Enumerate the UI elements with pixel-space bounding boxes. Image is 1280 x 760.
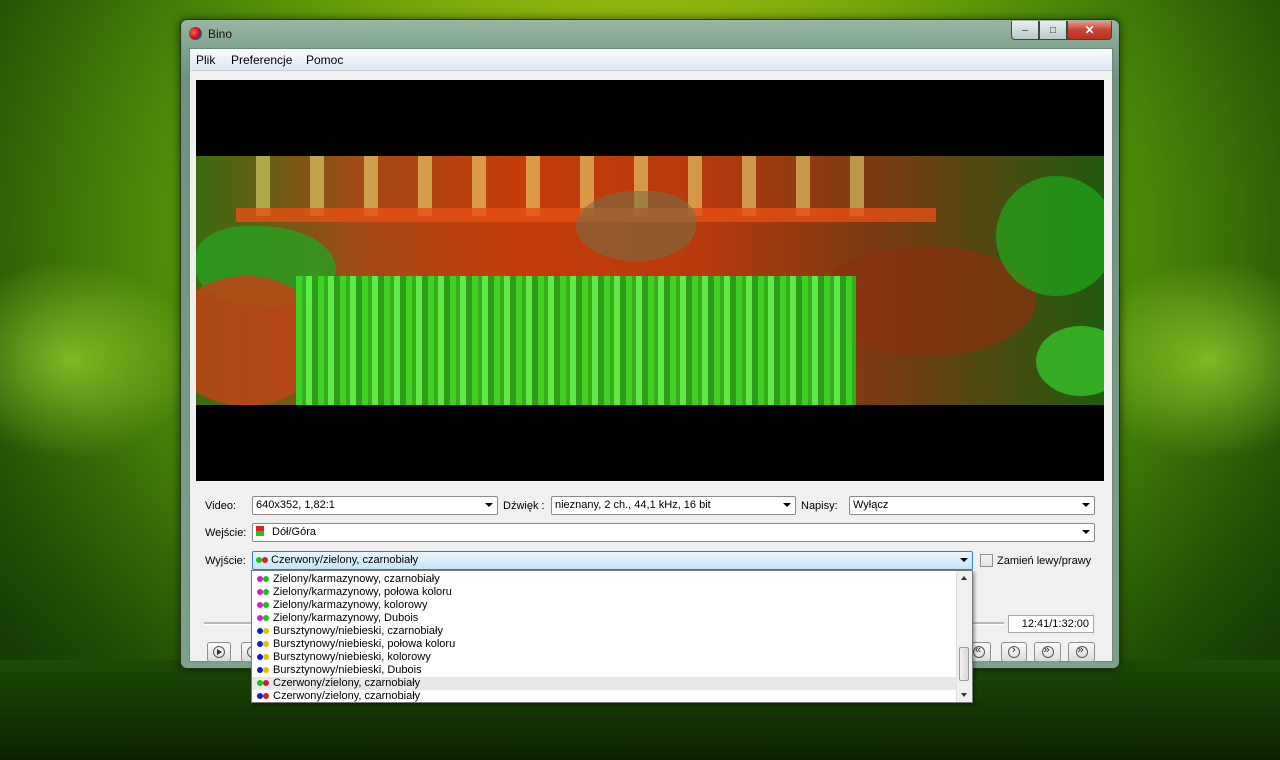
subtitles-select[interactable]: Wyłącz bbox=[849, 496, 1095, 515]
dropdown-item-label: Zielony/karmazynowy, połowa koloru bbox=[273, 586, 452, 598]
anaglyph-color-icon bbox=[257, 573, 273, 586]
dropdown-item-label: Czerwony/zielony, czarnobiały bbox=[273, 677, 421, 689]
dropdown-item-label: Zielony/karmazynowy, kolorowy bbox=[273, 599, 428, 611]
anaglyph-color-icon bbox=[257, 690, 273, 702]
subtitles-label: Napisy: bbox=[801, 500, 838, 512]
dropdown-item[interactable]: Bursztynowy/niebieski, Dubois bbox=[252, 664, 956, 677]
close-icon: ✕ bbox=[1084, 23, 1095, 37]
scroll-thumb[interactable] bbox=[959, 647, 969, 681]
fast-forward-end-icon bbox=[1075, 644, 1088, 658]
output-mode-dropdown-list[interactable]: Zielony/karmazynowy, czarnobiały Zielony/… bbox=[251, 570, 973, 703]
dropdown-item-label: Bursztynowy/niebieski, czarnobiały bbox=[273, 625, 443, 637]
close-button[interactable]: ✕ bbox=[1067, 21, 1112, 40]
swap-eyes-label: Zamień lewy/prawy bbox=[997, 555, 1092, 567]
anaglyph-color-icon bbox=[257, 664, 273, 677]
dropdown-item[interactable]: Zielony/karmazynowy, czarnobiały bbox=[252, 573, 956, 586]
video-select-value: 640x352, 1,82:1 bbox=[256, 499, 335, 511]
play-icon bbox=[213, 646, 225, 658]
dropdown-item-label: Zielony/karmazynowy, Dubois bbox=[273, 612, 419, 624]
dropdown-item[interactable]: Bursztynowy/niebieski, połowa koloru bbox=[252, 638, 956, 651]
input-mode-value: Dół/Góra bbox=[272, 526, 317, 538]
fast-forward-end-button[interactable] bbox=[1068, 642, 1095, 662]
desktop-glow-left bbox=[0, 260, 200, 460]
dropdown-item-label: Czerwony/zielony, czarnobiały bbox=[273, 690, 421, 702]
chevron-down-icon bbox=[783, 503, 791, 507]
dropdown-item-label: Bursztynowy/niebieski, połowa koloru bbox=[273, 638, 456, 650]
menu-preferencje[interactable]: Preferencje bbox=[231, 53, 292, 67]
chevron-down-icon bbox=[1082, 503, 1090, 507]
dropdown-item[interactable]: Bursztynowy/niebieski, kolorowy bbox=[252, 651, 956, 664]
anaglyph-color-icon bbox=[257, 625, 273, 638]
anaglyph-color-icon bbox=[257, 586, 273, 599]
play-button[interactable] bbox=[207, 642, 231, 662]
dropdown-item[interactable]: Czerwony/zielony, czarnobiały bbox=[252, 677, 956, 690]
menu-plik[interactable]: Plik bbox=[196, 53, 215, 67]
anaglyph-color-icon bbox=[257, 677, 273, 690]
output-mode-icon-2 bbox=[262, 556, 268, 563]
output-label: Wyjście: bbox=[205, 555, 246, 567]
maximize-icon: □ bbox=[1049, 24, 1057, 36]
audio-label: Dźwięk : bbox=[503, 500, 545, 512]
minimize-button[interactable]: ‒ bbox=[1011, 21, 1039, 40]
chevron-down-icon bbox=[1082, 530, 1090, 534]
video-label: Video: bbox=[205, 500, 236, 512]
input-label: Wejście: bbox=[205, 527, 247, 539]
anaglyph-color-icon bbox=[257, 638, 273, 651]
window-buttons: ‒ □ ✕ bbox=[1011, 21, 1112, 40]
anaglyph-color-icon bbox=[257, 599, 273, 612]
chevron-down-icon bbox=[960, 558, 968, 562]
scroll-down-icon[interactable] bbox=[961, 693, 967, 697]
scroll-up-icon[interactable] bbox=[961, 576, 967, 580]
video-select[interactable]: 640x352, 1,82:1 bbox=[252, 496, 498, 515]
input-mode-select[interactable]: Dół/Góra bbox=[252, 523, 1095, 542]
output-mode-select[interactable]: Czerwony/zielony, czarnobiały bbox=[252, 551, 973, 570]
input-mode-icon bbox=[256, 526, 264, 537]
dropdown-item[interactable]: Zielony/karmazynowy, połowa koloru bbox=[252, 586, 956, 599]
anaglyph-color-icon bbox=[257, 651, 273, 664]
step-button[interactable] bbox=[1001, 642, 1027, 662]
audio-select-value: nieznany, 2 ch., 44,1 kHz, 16 bit bbox=[555, 499, 711, 511]
step-icon bbox=[1008, 644, 1020, 658]
output-mode-value: Czerwony/zielony, czarnobiały bbox=[271, 554, 419, 566]
dropdown-item[interactable]: Bursztynowy/niebieski, czarnobiały bbox=[252, 625, 956, 638]
fast-forward-button[interactable] bbox=[1034, 642, 1061, 662]
video-viewport[interactable] bbox=[196, 80, 1104, 481]
chevron-down-icon bbox=[485, 503, 493, 507]
menu-pomoc[interactable]: Pomoc bbox=[306, 53, 343, 67]
title-bar[interactable]: Bino ‒ □ ✕ bbox=[181, 20, 1119, 48]
dropdown-scrollbar[interactable] bbox=[956, 571, 972, 702]
fast-forward-icon bbox=[1041, 644, 1054, 658]
subtitles-select-value: Wyłącz bbox=[853, 499, 889, 511]
anaglyph-color-icon bbox=[257, 612, 273, 625]
menu-bar: Plik Preferencje Pomoc bbox=[190, 49, 1112, 71]
dropdown-item-label: Bursztynowy/niebieski, kolorowy bbox=[273, 651, 431, 663]
dropdown-item-label: Bursztynowy/niebieski, Dubois bbox=[273, 664, 422, 676]
video-frame bbox=[196, 156, 1104, 405]
bino-app-icon[interactable] bbox=[189, 27, 202, 40]
audio-select[interactable]: nieznany, 2 ch., 44,1 kHz, 16 bit bbox=[551, 496, 796, 515]
dropdown-item[interactable]: Zielony/karmazynowy, kolorowy bbox=[252, 599, 956, 612]
minimize-icon: ‒ bbox=[1022, 24, 1028, 36]
maximize-button[interactable]: □ bbox=[1039, 21, 1067, 40]
window-title: Bino bbox=[208, 27, 233, 41]
dropdown-item[interactable]: Zielony/karmazynowy, Dubois bbox=[252, 612, 956, 625]
rewind-icon bbox=[973, 644, 985, 658]
dropdown-item[interactable]: Czerwony/zielony, czarnobiały bbox=[252, 690, 956, 702]
dropdown-item-label: Zielony/karmazynowy, czarnobiały bbox=[273, 573, 440, 585]
time-display: 12:41/1:32:00 bbox=[1008, 615, 1094, 633]
swap-eyes-checkbox[interactable] bbox=[980, 554, 993, 567]
